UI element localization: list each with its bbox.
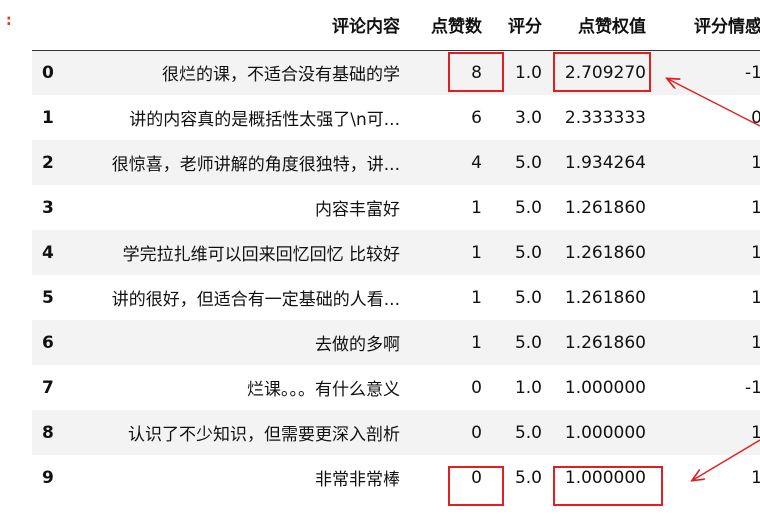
cell-like-weight: 1.261860 bbox=[564, 287, 646, 308]
cell-like-weight: 1.261860 bbox=[564, 332, 646, 353]
row-index: 9 bbox=[42, 467, 54, 488]
dataframe-table: 评论内容 点赞数 评分 点赞权值 评分情感 0 很烂的课，不适合没有基础的学 8… bbox=[32, 0, 760, 500]
table-row: 5 讲的很好，但适合有一定基础的人看... 1 5.0 1.261860 1 bbox=[32, 275, 760, 320]
cell-like-weight: 1.261860 bbox=[564, 242, 646, 263]
row-index: 6 bbox=[42, 332, 54, 353]
row-index: 7 bbox=[42, 377, 54, 398]
table-row: 1 讲的内容真的是概括性太强了\n可... 6 3.0 2.333333 0 bbox=[32, 95, 760, 140]
row-index: 5 bbox=[42, 287, 54, 308]
header-like-weight: 点赞权值 bbox=[552, 0, 656, 51]
row-index: 8 bbox=[42, 422, 54, 443]
cell-likes: 1 bbox=[471, 332, 482, 353]
cell-likes: 1 bbox=[471, 287, 482, 308]
cell-sentiment: 0 bbox=[751, 107, 760, 128]
row-index: 0 bbox=[42, 62, 54, 83]
cell-prompt-marker: : bbox=[4, 10, 14, 29]
table-row: 3 内容丰富好 1 5.0 1.261860 1 bbox=[32, 185, 760, 230]
cell-comment: 讲的内容真的是概括性太强了\n可... bbox=[129, 110, 400, 130]
cell-likes: 1 bbox=[471, 197, 482, 218]
cell-sentiment: 1 bbox=[751, 332, 760, 353]
cell-comment: 烂课。。。有什么意义 bbox=[247, 380, 400, 400]
cell-comment: 非常非常棒 bbox=[315, 470, 400, 490]
cell-sentiment: -1 bbox=[745, 62, 760, 83]
cell-comment: 内容丰富好 bbox=[315, 200, 400, 220]
cell-score: 5.0 bbox=[514, 242, 542, 263]
cell-likes: 6 bbox=[471, 107, 482, 128]
cell-likes: 1 bbox=[471, 242, 482, 263]
cell-likes: 0 bbox=[471, 377, 482, 398]
header-likes: 点赞数 bbox=[410, 0, 492, 51]
header-comment: 评论内容 bbox=[70, 0, 410, 51]
cell-like-weight: 1.000000 bbox=[564, 467, 646, 488]
cell-sentiment: 1 bbox=[751, 242, 760, 263]
row-index: 3 bbox=[42, 197, 54, 218]
cell-like-weight: 2.709270 bbox=[564, 62, 646, 83]
header-score-sentiment: 评分情感 bbox=[656, 0, 760, 51]
cell-score: 5.0 bbox=[514, 332, 542, 353]
cell-sentiment: 1 bbox=[751, 467, 760, 488]
cell-score: 3.0 bbox=[514, 107, 542, 128]
cell-comment: 很惊喜，老师讲解的角度很独特，讲... bbox=[111, 155, 400, 175]
cell-score: 5.0 bbox=[514, 467, 542, 488]
cell-score: 5.0 bbox=[514, 197, 542, 218]
cell-score: 5.0 bbox=[514, 422, 542, 443]
cell-comment: 学完拉扎维可以回来回忆回忆 比较好 bbox=[122, 245, 400, 265]
cell-comment: 去做的多啊 bbox=[315, 335, 400, 355]
cell-comment: 讲的很好，但适合有一定基础的人看... bbox=[111, 290, 400, 310]
cell-sentiment: 1 bbox=[751, 152, 760, 173]
table-header-row: 评论内容 点赞数 评分 点赞权值 评分情感 bbox=[32, 0, 760, 51]
table-row: 8 认识了不少知识，但需要更深入剖析 0 5.0 1.000000 1 bbox=[32, 410, 760, 455]
cell-likes: 0 bbox=[471, 422, 482, 443]
cell-score: 5.0 bbox=[514, 152, 542, 173]
row-index: 2 bbox=[42, 152, 54, 173]
cell-like-weight: 2.333333 bbox=[564, 107, 646, 128]
header-index bbox=[32, 0, 70, 51]
table-row: 6 去做的多啊 1 5.0 1.261860 1 bbox=[32, 320, 760, 365]
cell-score: 5.0 bbox=[514, 287, 542, 308]
cell-likes: 4 bbox=[471, 152, 482, 173]
cell-like-weight: 1.261860 bbox=[564, 197, 646, 218]
table-row: 7 烂课。。。有什么意义 0 1.0 1.000000 -1 bbox=[32, 365, 760, 410]
cell-sentiment: -1 bbox=[745, 377, 760, 398]
cell-comment: 很烂的课，不适合没有基础的学 bbox=[162, 65, 400, 86]
cell-score: 1.0 bbox=[514, 62, 542, 83]
cell-like-weight: 1.000000 bbox=[564, 422, 646, 443]
cell-sentiment: 1 bbox=[751, 287, 760, 308]
table-row: 9 非常非常棒 0 5.0 1.000000 1 bbox=[32, 455, 760, 500]
cell-likes: 8 bbox=[471, 62, 482, 83]
table-row: 4 学完拉扎维可以回来回忆回忆 比较好 1 5.0 1.261860 1 bbox=[32, 230, 760, 275]
row-index: 1 bbox=[42, 107, 54, 128]
cell-score: 1.0 bbox=[514, 377, 542, 398]
row-index: 4 bbox=[42, 242, 54, 263]
cell-likes: 0 bbox=[471, 467, 482, 488]
header-score: 评分 bbox=[492, 0, 552, 51]
cell-comment: 认识了不少知识，但需要更深入剖析 bbox=[128, 425, 400, 445]
table-row: 2 很惊喜，老师讲解的角度很独特，讲... 4 5.0 1.934264 1 bbox=[32, 140, 760, 185]
cell-like-weight: 1.934264 bbox=[564, 152, 646, 173]
cell-like-weight: 1.000000 bbox=[564, 377, 646, 398]
cell-sentiment: 1 bbox=[751, 197, 760, 218]
table-row: 0 很烂的课，不适合没有基础的学 8 1.0 2.709270 -1 bbox=[32, 50, 760, 95]
cell-sentiment: 1 bbox=[751, 422, 760, 443]
